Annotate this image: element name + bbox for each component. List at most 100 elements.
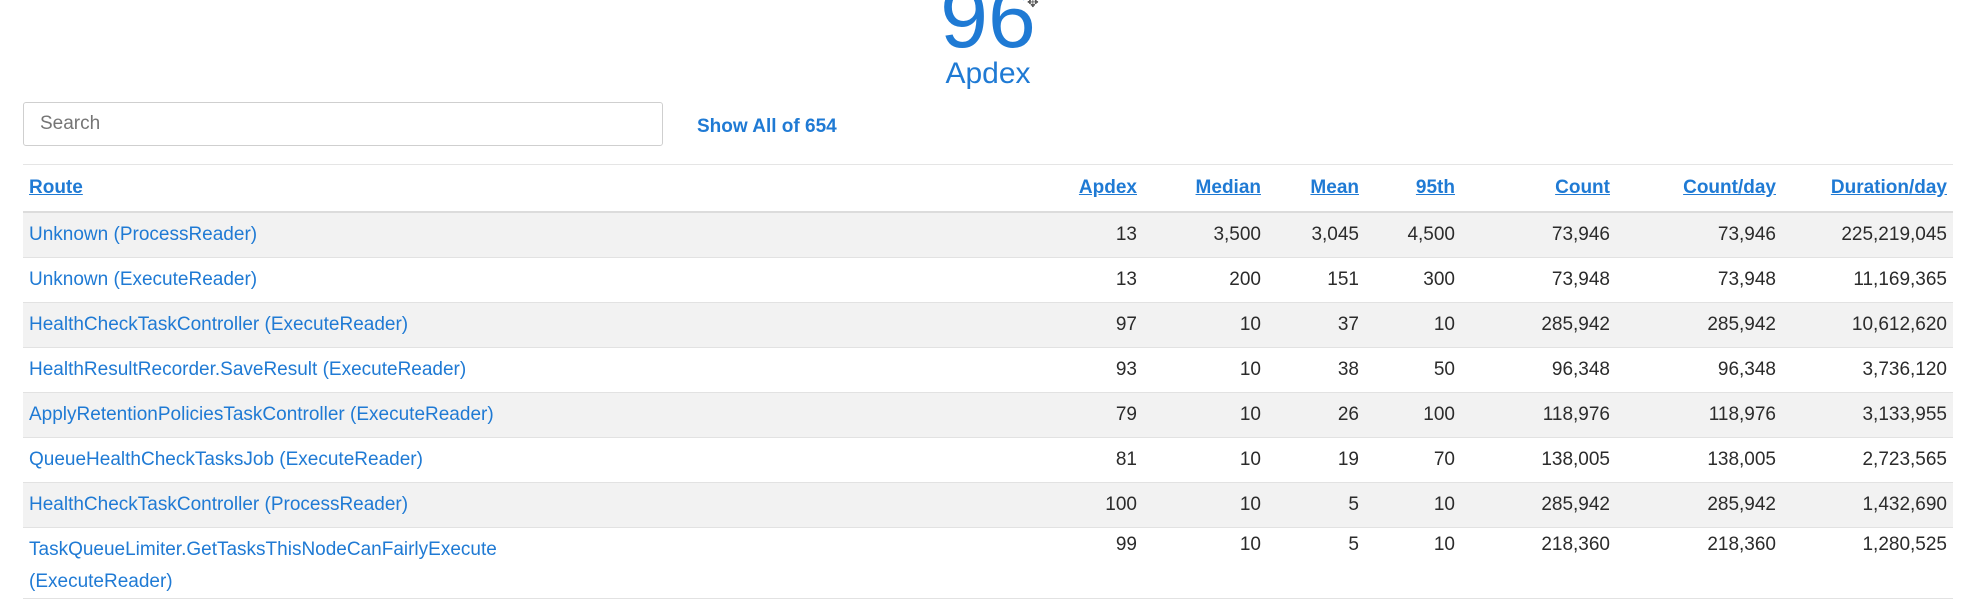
show-all-link[interactable]: Show All of 654	[697, 116, 837, 138]
search-input[interactable]	[23, 102, 663, 146]
count-per-day-cell: 73,946	[1616, 212, 1782, 258]
count-per-day-cell: 96,348	[1616, 347, 1782, 393]
p95-cell: 4,500	[1365, 212, 1461, 258]
apdex-label: Apdex	[945, 57, 1031, 90]
sort-route-link[interactable]: Route	[29, 177, 83, 198]
duration-per-day-cell: 225,219,045	[1782, 212, 1953, 258]
mean-cell: 26	[1267, 392, 1365, 438]
count-cell: 73,948	[1461, 257, 1616, 303]
apdex-cell: 81	[1038, 437, 1143, 483]
route-cell: Unknown (ProcessReader)	[23, 212, 1038, 258]
sort-median-link[interactable]: Median	[1196, 177, 1261, 198]
mean-cell: 151	[1267, 257, 1365, 303]
duration-per-day-cell: 3,133,955	[1782, 392, 1953, 438]
route-link[interactable]: Unknown (ProcessReader)	[29, 224, 257, 245]
apdex-cell: 100	[1038, 482, 1143, 528]
column-header-count-per-day[interactable]: Count/day	[1616, 164, 1782, 213]
median-cell: 10	[1143, 392, 1267, 438]
apdex-cell: 13	[1038, 212, 1143, 258]
table-header-row: Route Apdex Median Mean 95th Count Count…	[23, 164, 1953, 213]
column-header-apdex[interactable]: Apdex	[1038, 164, 1143, 213]
count-per-day-cell: 73,948	[1616, 257, 1782, 303]
route-cell: Unknown (ExecuteReader)	[23, 257, 1038, 303]
mean-cell: 5	[1267, 527, 1365, 599]
median-cell: 200	[1143, 257, 1267, 303]
table-row: TaskQueueLimiter.GetTasksThisNodeCanFair…	[23, 527, 1953, 599]
mean-cell: 3,045	[1267, 212, 1365, 258]
mean-cell: 38	[1267, 347, 1365, 393]
table-row: HealthCheckTaskController (ExecuteReader…	[23, 302, 1953, 348]
median-cell: 3,500	[1143, 212, 1267, 258]
route-link[interactable]: HealthResultRecorder.SaveResult (Execute…	[29, 359, 466, 380]
sort-apdex-link[interactable]: Apdex	[1079, 177, 1137, 198]
count-cell: 96,348	[1461, 347, 1616, 393]
route-link[interactable]: QueueHealthCheckTasksJob (ExecuteReader)	[29, 449, 423, 470]
count-per-day-cell: 285,942	[1616, 482, 1782, 528]
duration-per-day-cell: 11,169,365	[1782, 257, 1953, 303]
count-per-day-cell: 138,005	[1616, 437, 1782, 483]
duration-per-day-cell: 1,432,690	[1782, 482, 1953, 528]
duration-per-day-cell: 1,280,525	[1782, 527, 1953, 599]
count-per-day-cell: 118,976	[1616, 392, 1782, 438]
count-per-day-cell: 218,360	[1616, 527, 1782, 599]
duration-per-day-cell: 2,723,565	[1782, 437, 1953, 483]
route-cell: HealthCheckTaskController (ProcessReader…	[23, 482, 1038, 528]
table-row: QueueHealthCheckTasksJob (ExecuteReader)…	[23, 437, 1953, 483]
p95-cell: 10	[1365, 482, 1461, 528]
apdex-cell: 13	[1038, 257, 1143, 303]
route-link[interactable]: HealthCheckTaskController (ExecuteReader…	[29, 314, 408, 335]
p95-cell: 10	[1365, 527, 1461, 599]
count-cell: 138,005	[1461, 437, 1616, 483]
apdex-cell: 97	[1038, 302, 1143, 348]
route-link[interactable]: TaskQueueLimiter.GetTasksThisNodeCanFair…	[29, 534, 549, 598]
table-row: ApplyRetentionPoliciesTaskController (Ex…	[23, 392, 1953, 438]
sort-count-per-day-link[interactable]: Count/day	[1683, 177, 1776, 198]
duration-per-day-cell: 3,736,120	[1782, 347, 1953, 393]
route-link[interactable]: Unknown (ExecuteReader)	[29, 269, 257, 290]
route-cell: ApplyRetentionPoliciesTaskController (Ex…	[23, 392, 1038, 438]
apdex-cell: 93	[1038, 347, 1143, 393]
column-header-duration-per-day[interactable]: Duration/day	[1782, 164, 1953, 213]
median-cell: 10	[1143, 482, 1267, 528]
column-header-median[interactable]: Median	[1143, 164, 1267, 213]
route-link[interactable]: HealthCheckTaskController (ProcessReader…	[29, 494, 408, 515]
p95-cell: 10	[1365, 302, 1461, 348]
sort-duration-per-day-link[interactable]: Duration/day	[1831, 177, 1947, 198]
column-header-95th[interactable]: 95th	[1365, 164, 1461, 213]
mean-cell: 37	[1267, 302, 1365, 348]
route-cell: TaskQueueLimiter.GetTasksThisNodeCanFair…	[23, 527, 1038, 599]
table-row: HealthResultRecorder.SaveResult (Execute…	[23, 347, 1953, 393]
mouse-cursor-icon: ✥	[1027, 0, 1039, 10]
median-cell: 10	[1143, 302, 1267, 348]
duration-per-day-cell: 10,612,620	[1782, 302, 1953, 348]
table-row: Unknown (ExecuteReader) 13 200 151 300 7…	[23, 257, 1953, 303]
count-cell: 285,942	[1461, 302, 1616, 348]
count-cell: 118,976	[1461, 392, 1616, 438]
route-link[interactable]: ApplyRetentionPoliciesTaskController (Ex…	[29, 404, 494, 425]
route-cell: QueueHealthCheckTasksJob (ExecuteReader)	[23, 437, 1038, 483]
p95-cell: 300	[1365, 257, 1461, 303]
apdex-cell: 99	[1038, 527, 1143, 599]
median-cell: 10	[1143, 437, 1267, 483]
apdex-cell: 79	[1038, 392, 1143, 438]
route-cell: HealthCheckTaskController (ExecuteReader…	[23, 302, 1038, 348]
column-header-count[interactable]: Count	[1461, 164, 1616, 213]
count-per-day-cell: 285,942	[1616, 302, 1782, 348]
median-cell: 10	[1143, 347, 1267, 393]
mean-cell: 19	[1267, 437, 1365, 483]
routes-table: Route Apdex Median Mean 95th Count Count…	[23, 164, 1953, 599]
sort-count-link[interactable]: Count	[1555, 177, 1610, 198]
count-cell: 218,360	[1461, 527, 1616, 599]
median-cell: 10	[1143, 527, 1267, 599]
p95-cell: 70	[1365, 437, 1461, 483]
route-cell: HealthResultRecorder.SaveResult (Execute…	[23, 347, 1038, 393]
table-row: HealthCheckTaskController (ProcessReader…	[23, 482, 1953, 528]
sort-mean-link[interactable]: Mean	[1310, 177, 1359, 198]
column-header-route[interactable]: Route	[23, 164, 1038, 213]
p95-cell: 100	[1365, 392, 1461, 438]
count-cell: 285,942	[1461, 482, 1616, 528]
table-row: Unknown (ProcessReader) 13 3,500 3,045 4…	[23, 212, 1953, 258]
column-header-mean[interactable]: Mean	[1267, 164, 1365, 213]
count-cell: 73,946	[1461, 212, 1616, 258]
sort-95th-link[interactable]: 95th	[1416, 177, 1455, 198]
